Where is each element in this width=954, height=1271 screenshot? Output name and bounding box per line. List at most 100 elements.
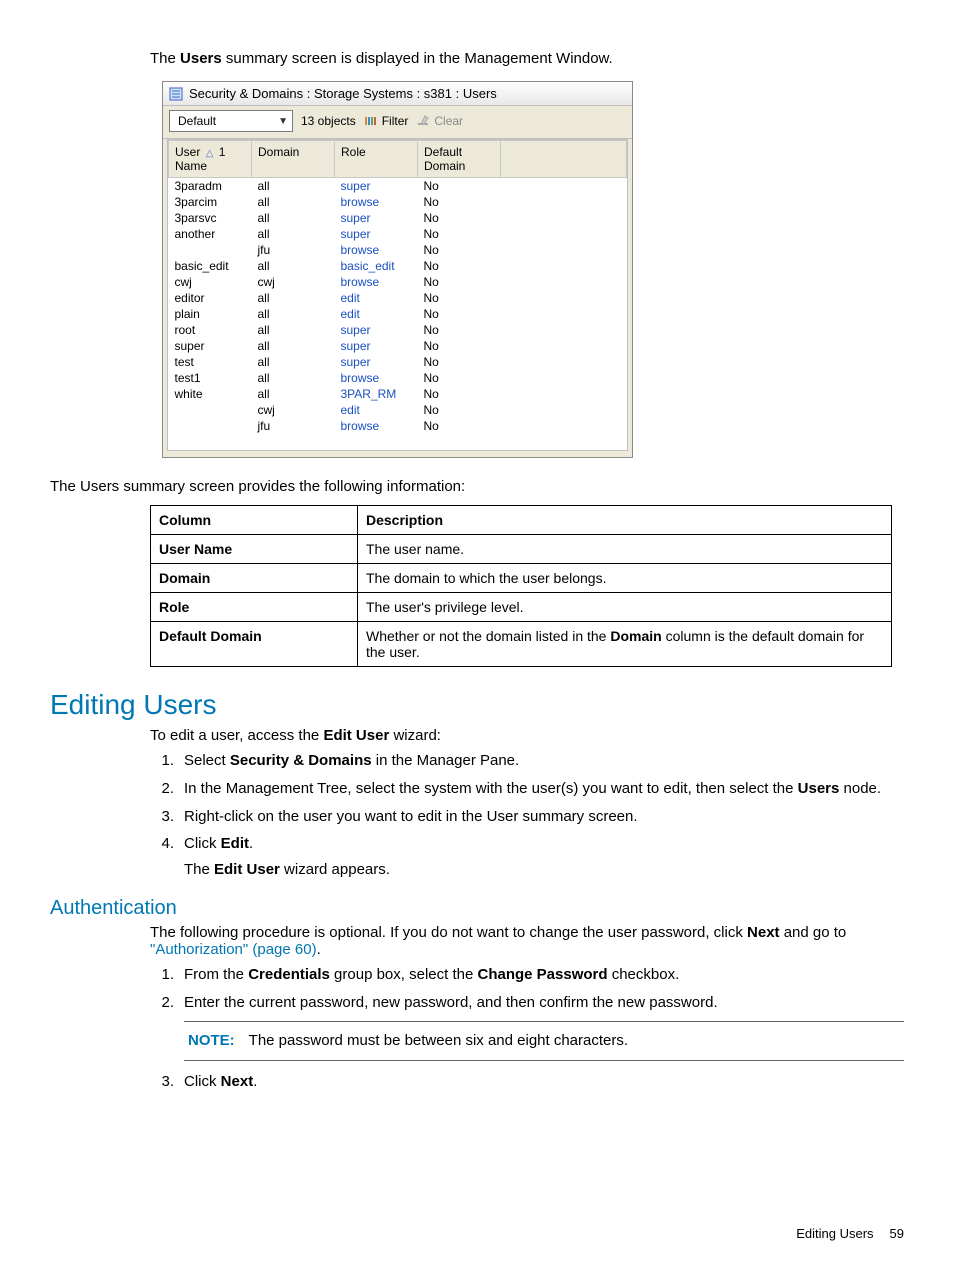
- desc-header-description: Description: [358, 506, 892, 535]
- cell-domain: all: [252, 306, 335, 322]
- cell-domain: cwj: [252, 402, 335, 418]
- cell-domain: all: [252, 386, 335, 402]
- cell-user: basic_edit: [169, 258, 252, 274]
- window-title-text: Security & Domains : Storage Systems : s…: [189, 86, 497, 101]
- col-header-user-name[interactable]: User △ 1 Name: [169, 141, 252, 178]
- users-table: User △ 1 Name Domain Role Default Domain: [168, 140, 627, 450]
- table-row[interactable]: superallsuperNo: [169, 338, 627, 354]
- desc-row-value: The domain to which the user belongs.: [358, 564, 892, 593]
- desc-row-label: Role: [151, 593, 358, 622]
- authorization-link[interactable]: "Authorization" (page 60): [150, 941, 317, 958]
- table-row[interactable]: 3parcimallbrowseNo: [169, 194, 627, 210]
- window-title-bar: Security & Domains : Storage Systems : s…: [163, 82, 632, 106]
- step-item: Enter the current password, new password…: [150, 992, 904, 1062]
- step-item: In the Management Tree, select the syste…: [150, 778, 904, 800]
- cell-user: 3parsvc: [169, 210, 252, 226]
- table-row[interactable]: cwjeditNo: [169, 402, 627, 418]
- cell-user: [169, 402, 252, 418]
- cell-domain: jfu: [252, 418, 335, 434]
- step-item: Right-click on the user you want to edit…: [150, 806, 904, 828]
- cell-spacer: [169, 434, 627, 450]
- desc-row-value: The user's privilege level.: [358, 593, 892, 622]
- table-row[interactable]: cwjcwjbrowseNo: [169, 274, 627, 290]
- cell-spacer: [501, 354, 627, 370]
- step-after-text: The Edit User wizard appears.: [184, 859, 904, 881]
- cell-user: test: [169, 354, 252, 370]
- clear-label: Clear: [434, 114, 463, 128]
- cell-default-domain: No: [418, 402, 501, 418]
- authentication-steps: From the Credentials group box, select t…: [150, 964, 904, 1093]
- step-item: Select Security & Domains in the Manager…: [150, 750, 904, 772]
- table-row[interactable]: editoralleditNo: [169, 290, 627, 306]
- cell-spacer: [501, 242, 627, 258]
- table-row[interactable]: anotherallsuperNo: [169, 226, 627, 242]
- table-row[interactable]: rootallsuperNo: [169, 322, 627, 338]
- table-row[interactable]: plainalleditNo: [169, 306, 627, 322]
- desc-row-label: User Name: [151, 535, 358, 564]
- cell-domain: all: [252, 178, 335, 195]
- desc-row-value: Whether or not the domain listed in the …: [358, 622, 892, 667]
- cell-spacer: [501, 210, 627, 226]
- step-item: From the Credentials group box, select t…: [150, 964, 904, 986]
- cell-default-domain: No: [418, 226, 501, 242]
- table-row[interactable]: whiteall3PAR_RMNo: [169, 386, 627, 402]
- cell-user: root: [169, 322, 252, 338]
- table-row[interactable]: 3paradmallsuperNo: [169, 178, 627, 195]
- cell-role: browse: [335, 194, 418, 210]
- filter-button[interactable]: Filter: [364, 114, 409, 128]
- cell-domain: all: [252, 290, 335, 306]
- cell-role: super: [335, 178, 418, 195]
- table-row[interactable]: jfubrowseNo: [169, 418, 627, 434]
- cell-user: editor: [169, 290, 252, 306]
- cell-role: super: [335, 322, 418, 338]
- cell-domain: cwj: [252, 274, 335, 290]
- intro-suffix: summary screen is displayed in the Manag…: [222, 50, 613, 67]
- cell-user: 3parcim: [169, 194, 252, 210]
- cell-user: super: [169, 338, 252, 354]
- intro-paragraph: The Users summary screen is displayed in…: [150, 50, 904, 67]
- cell-spacer: [501, 338, 627, 354]
- editing-users-steps: Select Security & Domains in the Manager…: [150, 750, 904, 881]
- cell-role: browse: [335, 418, 418, 434]
- cell-default-domain: No: [418, 194, 501, 210]
- cell-role: browse: [335, 370, 418, 386]
- heading-editing-users: Editing Users: [50, 689, 904, 721]
- users-summary-window: Security & Domains : Storage Systems : s…: [162, 81, 633, 458]
- cell-role: basic_edit: [335, 258, 418, 274]
- table-row[interactable]: test1allbrowseNo: [169, 370, 627, 386]
- cell-spacer: [501, 418, 627, 434]
- cell-role: browse: [335, 274, 418, 290]
- footer-section: Editing Users: [796, 1226, 873, 1241]
- col-header-domain[interactable]: Domain: [252, 141, 335, 178]
- cell-spacer: [501, 290, 627, 306]
- cell-role: edit: [335, 290, 418, 306]
- cell-default-domain: No: [418, 242, 501, 258]
- step-item: Click Edit. The Edit User wizard appears…: [150, 833, 904, 881]
- cell-role: super: [335, 210, 418, 226]
- cell-user: another: [169, 226, 252, 242]
- cell-user: white: [169, 386, 252, 402]
- cell-role: super: [335, 354, 418, 370]
- cell-default-domain: No: [418, 258, 501, 274]
- cell-spacer: [501, 258, 627, 274]
- domain-dropdown[interactable]: Default ▼: [169, 110, 293, 132]
- col-header-default-domain[interactable]: Default Domain: [418, 141, 501, 178]
- table-row[interactable]: jfubrowseNo: [169, 242, 627, 258]
- desc-header-column: Column: [151, 506, 358, 535]
- clear-button[interactable]: Clear: [416, 114, 463, 129]
- cell-domain: all: [252, 322, 335, 338]
- cell-user: test1: [169, 370, 252, 386]
- cell-domain: all: [252, 194, 335, 210]
- cell-spacer: [501, 226, 627, 242]
- table-row[interactable]: testallsuperNo: [169, 354, 627, 370]
- dropdown-value: Default: [178, 114, 216, 128]
- table-row[interactable]: 3parsvcallsuperNo: [169, 210, 627, 226]
- note-box: NOTE:The password must be between six an…: [184, 1021, 904, 1061]
- cell-default-domain: No: [418, 354, 501, 370]
- desc-row-label: Domain: [151, 564, 358, 593]
- cell-role: edit: [335, 306, 418, 322]
- sort-asc-icon: △: [204, 148, 216, 159]
- table-row[interactable]: basic_editallbasic_editNo: [169, 258, 627, 274]
- col-header-role[interactable]: Role: [335, 141, 418, 178]
- cell-user: 3paradm: [169, 178, 252, 195]
